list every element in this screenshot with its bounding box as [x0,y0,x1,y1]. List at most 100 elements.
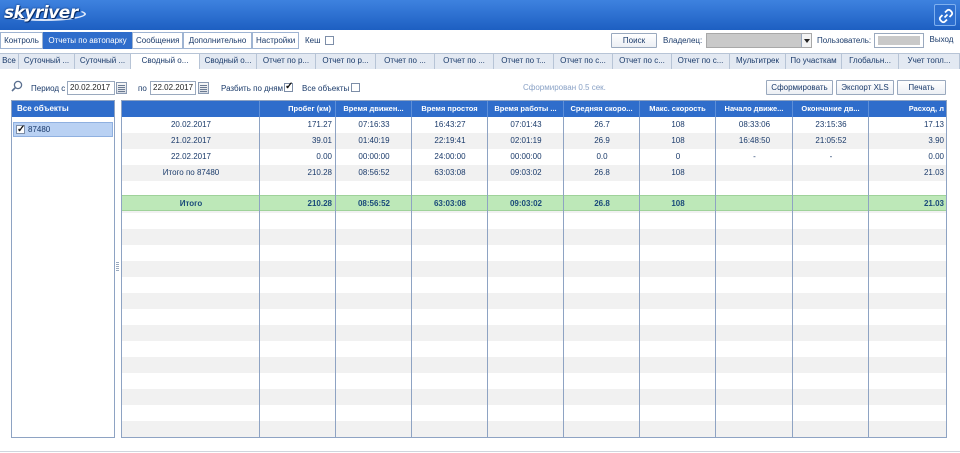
generate-button[interactable]: Сформировать [766,80,833,95]
column-header[interactable]: Макс. скорость [640,101,716,117]
cell-date: 21.02.2017 [170,136,212,145]
report-tab[interactable]: Отчет по с... [672,54,730,69]
cell: 210.28 [307,199,332,208]
report-tab[interactable]: Отчет по с... [554,54,613,69]
tab-settings[interactable]: Настройки [252,32,299,49]
report-tab[interactable]: По участкам [786,54,842,69]
print-button[interactable]: Печать [897,80,946,95]
cell: 3.90 [928,136,944,145]
bottom-border [0,451,960,452]
column-header[interactable]: Время движен... [336,101,412,117]
link-icon [938,8,954,24]
calendar-icon[interactable] [116,82,127,94]
column-header[interactable]: Расход, л [869,101,946,117]
report-tab[interactable]: Суточный ... [75,54,131,69]
date-to-input[interactable]: 22.02.2017 [150,81,196,95]
column-header[interactable]: Средняя скоро... [564,101,640,117]
report-tab[interactable]: Суточный ... [19,54,75,69]
cell [716,165,793,181]
tab-messages[interactable]: Сообщения [132,32,183,49]
link-button[interactable] [934,4,956,26]
exit-button[interactable]: Выход [924,33,959,48]
report-tab[interactable]: Отчет по с... [613,54,672,69]
table-row[interactable]: 22.02.2017 0.00 00:00:00 24:00:00 00:00:… [122,149,946,165]
all-objects-label: Все объекты [302,84,350,93]
chevron-down-icon[interactable] [801,34,811,47]
cell: 07:16:33 [358,120,390,129]
cell: 08:33:06 [738,120,771,129]
column-header[interactable]: Пробег (км) [260,101,336,117]
object-checkbox[interactable] [16,123,25,137]
report-tab[interactable]: Мультитрек [730,54,786,69]
column-header[interactable]: Начало движе... [716,101,793,117]
all-objects-checkbox[interactable] [351,83,360,92]
report-tab[interactable]: Отчет по ... [376,54,435,69]
cell: 08:56:52 [358,168,390,177]
column-header[interactable]: Время простоя [412,101,488,117]
export-xls-button[interactable]: Экспорт XLS [836,80,894,95]
cell: 01:40:19 [358,136,390,145]
report-tab-active[interactable]: Сводный о... [131,54,200,69]
tab-fleet-reports[interactable]: Отчеты по автопарку [43,32,132,49]
owner-select[interactable] [706,33,812,48]
cell: 00:00:00 [358,152,390,161]
column-header[interactable]: Окончание дв... [793,101,869,117]
report-tabs: Все Суточный ... Суточный ... Сводный о.… [0,53,960,69]
cell-label: Итого [179,199,203,208]
cell: 02:01:19 [510,136,542,145]
date-from-input[interactable]: 20.02.2017 [67,81,115,95]
cell: 09:03:02 [509,199,543,208]
app-header: skyriver [0,0,960,30]
table-row-total[interactable]: Итого 210.28 08:56:52 63:03:08 09:03:02 … [122,195,946,212]
cell: 00:00:00 [510,152,542,161]
cell: 171.27 [307,120,332,129]
report-tab[interactable]: Все [0,54,19,69]
table-row-subtotal[interactable]: Итого по 87480 210.28 08:56:52 63:03:08 … [122,165,946,181]
column-divider [487,117,488,437]
cell: 63:03:08 [434,168,466,177]
search-button[interactable]: Поиск [611,33,657,48]
period-to-label: по [138,84,147,93]
column-divider [259,117,260,437]
report-tab[interactable]: Сводный о... [200,54,257,69]
search-icon[interactable] [11,80,23,92]
cell: 108 [671,120,685,129]
user-label: Пользователь: [817,36,872,45]
split-by-days-checkbox[interactable] [284,81,293,92]
report-tab[interactable]: Глобальн... [842,54,899,69]
cell: 0 [675,152,681,161]
table-row[interactable]: 20.02.2017 171.27 07:16:33 16:43:27 07:0… [122,117,946,133]
period-from-label: Период с [31,84,66,93]
cell-date: 20.02.2017 [170,120,212,129]
cell [793,196,869,212]
cell: 07:01:43 [510,120,542,129]
report-tab[interactable]: Отчет по ... [435,54,494,69]
cell: 24:00:00 [434,152,466,161]
column-divider [868,117,869,437]
objects-panel-title: Все объекты [12,101,114,117]
cell: 21:05:52 [815,136,847,145]
cell: 26.8 [594,168,610,177]
table-row[interactable]: 21.02.2017 39.01 01:40:19 22:19:41 02:01… [122,133,946,149]
column-header[interactable]: Время работы ... [488,101,564,117]
app-logo: skyriver [4,3,78,23]
cache-checkbox[interactable] [325,36,334,45]
cell: 0.00 [316,152,332,161]
grid-header: Пробег (км) Время движен... Время просто… [122,101,946,117]
main-menu: Контроль Отчеты по автопарку Сообщения Д… [0,32,960,50]
report-tab[interactable]: Отчет по р... [257,54,316,69]
user-field[interactable] [874,33,924,48]
column-header[interactable] [122,101,260,117]
calendar-icon[interactable] [198,82,209,94]
column-divider [563,117,564,437]
cell [793,165,869,181]
report-tab[interactable]: Отчет по р... [316,54,376,69]
tab-additional[interactable]: Дополнительно [183,32,252,49]
panel-splitter[interactable] [116,262,119,272]
cell: 108 [671,199,685,208]
object-item[interactable]: 87480 [13,122,113,137]
report-tab[interactable]: Учет топл... [899,54,960,69]
tab-control[interactable]: Контроль [0,32,43,49]
cell: 08:56:52 [357,199,391,208]
report-tab[interactable]: Отчет по т... [494,54,554,69]
